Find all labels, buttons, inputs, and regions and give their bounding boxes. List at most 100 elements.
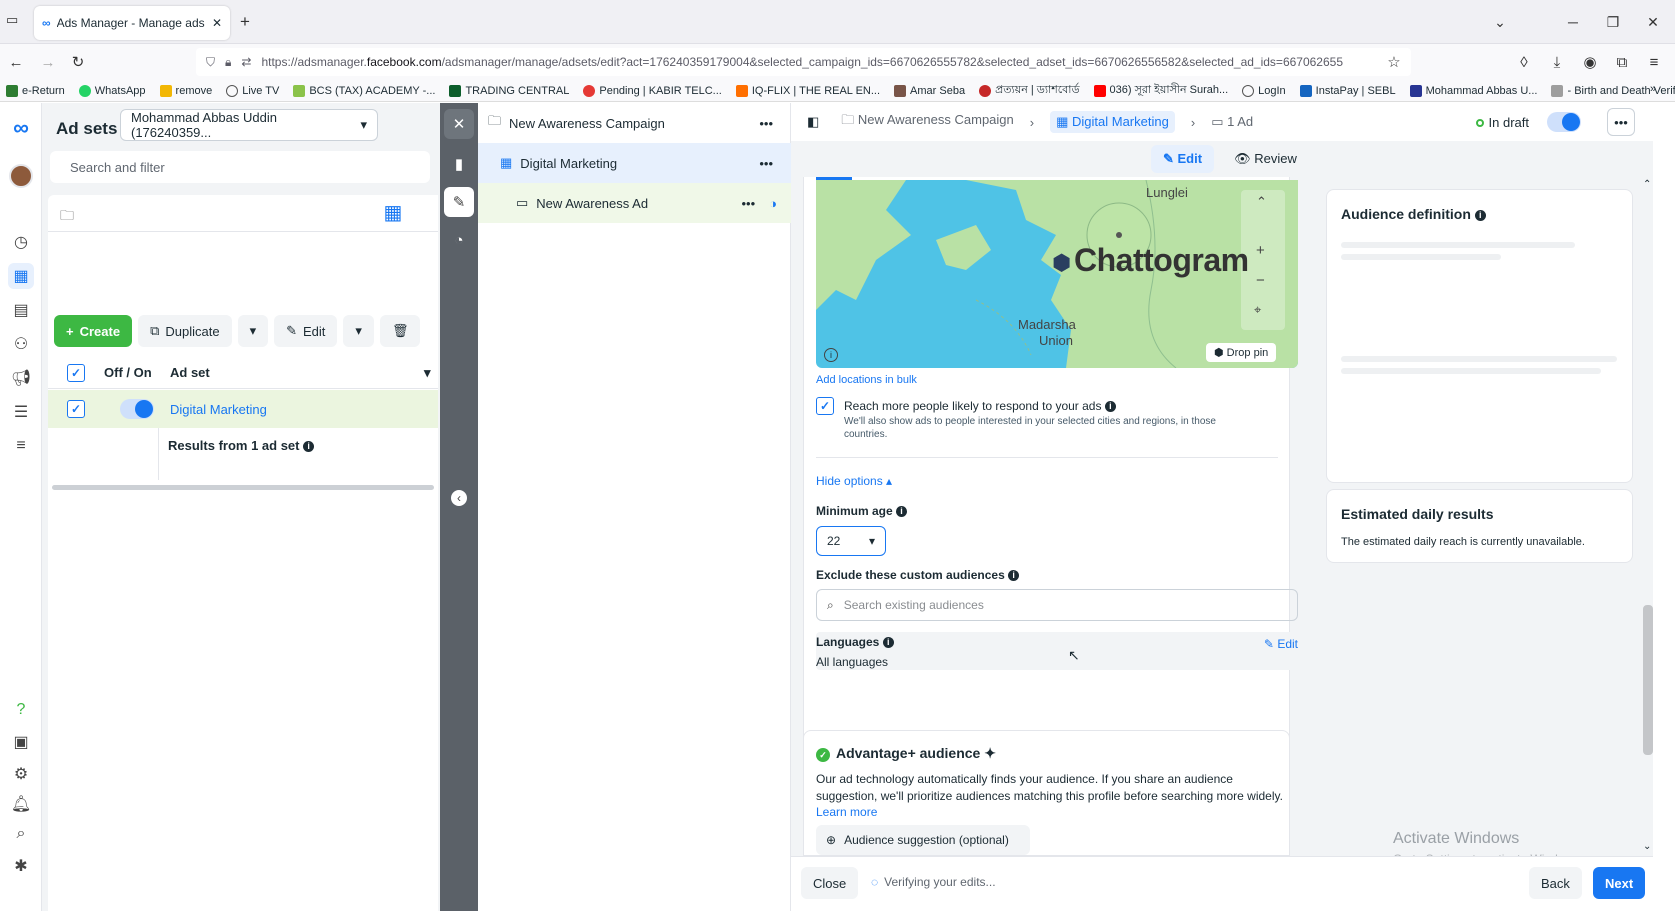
bookmark-item[interactable]: প্রত্যয়ন | ড্যাশবোর্ড <box>979 81 1080 100</box>
close-panel-icon[interactable]: ✕ <box>444 109 474 139</box>
delete-button[interactable]: 🗑︎ <box>379 315 421 347</box>
chart-icon[interactable]: ▮ <box>444 149 474 179</box>
menu-icon[interactable]: ≡ <box>1642 50 1666 74</box>
bug-report-icon[interactable]: ✱ <box>8 853 34 879</box>
help-icon[interactable]: ? <box>8 697 34 723</box>
info-icon[interactable]: i <box>896 506 908 518</box>
edit-button[interactable]: ✎ Edit <box>274 315 338 347</box>
horizontal-scrollbar[interactable] <box>52 485 434 490</box>
tab-list-icon[interactable]: ▭ <box>6 12 26 32</box>
drop-pin-button[interactable]: ⬢ Drop pin <box>1206 343 1277 362</box>
info-icon[interactable]: i <box>303 441 315 453</box>
extensions-icon[interactable]: ⧉ <box>1610 50 1634 74</box>
table-row[interactable]: ✓ Digital Marketing <box>48 390 438 428</box>
sidebar-toggle-icon[interactable]: ◧ <box>807 114 819 130</box>
download-icon[interactable]: ⤓ <box>1545 50 1569 74</box>
breadcrumb-ad[interactable]: ▭ 1 Ad <box>1211 114 1253 130</box>
grid-view-icon[interactable]: ▦ <box>348 195 438 231</box>
bookmark-item[interactable]: remove <box>159 84 212 97</box>
min-age-select[interactable]: 22 ▾ <box>816 526 886 556</box>
bookmark-item[interactable]: IQ-FLIX | THE REAL EN... <box>735 84 880 97</box>
map-info-icon[interactable]: i <box>824 348 838 362</box>
tree-adset[interactable]: ▦ Digital Marketing ••• <box>478 143 791 183</box>
col-off-on[interactable]: Off / On <box>104 365 170 380</box>
new-tab-icon[interactable]: + <box>240 12 250 32</box>
hide-options-link[interactable]: Hide options ▴ <box>816 474 892 488</box>
history-icon[interactable]: ◔ <box>444 225 474 255</box>
info-icon[interactable]: i <box>1474 209 1486 221</box>
url-bar[interactable]: ⛉ 🔒︎ ⇄ https://adsmanager.facebook.com/a… <box>196 48 1411 76</box>
sort-caret-icon[interactable]: ▾ <box>424 365 438 381</box>
adset-toggle[interactable] <box>120 399 154 419</box>
languages-edit-link[interactable]: ✎ Edit <box>1264 637 1298 651</box>
info-icon[interactable]: i <box>1104 401 1116 413</box>
duplicate-dropdown[interactable]: ▾ <box>237 315 269 347</box>
bookmark-item[interactable]: LogIn <box>1242 84 1286 97</box>
add-locations-bulk-link[interactable]: Add locations in bulk <box>816 374 917 386</box>
dashboard-icon[interactable]: ◷ <box>8 229 34 255</box>
col-adset[interactable]: Ad set <box>170 365 424 380</box>
edit-dropdown[interactable]: ▾ <box>343 315 374 347</box>
tree-ad[interactable]: ▭ New Awareness Ad ••• ◑ <box>478 183 791 223</box>
reload-icon[interactable]: ↻ <box>66 50 90 74</box>
adset-name-link[interactable]: Digital Marketing <box>170 402 438 417</box>
forward-icon[interactable]: → <box>36 50 60 74</box>
minimize-icon[interactable]: ─ <box>1558 10 1588 34</box>
draft-toggle[interactable] <box>1547 112 1581 132</box>
learn-more-link[interactable]: Learn more <box>816 805 877 819</box>
tab-overflow-icon[interactable]: ⌄ <box>1485 10 1515 34</box>
campaign-icon[interactable]: 📢︎ <box>8 365 34 391</box>
settings-icon[interactable]: ⚙ <box>8 761 34 787</box>
map-collapse-icon[interactable]: ⌃ <box>1256 194 1267 210</box>
create-button[interactable]: + Create <box>54 315 133 347</box>
edit-pencil-icon[interactable]: ✎ <box>444 187 474 217</box>
more-options-icon[interactable]: ••• <box>1607 108 1635 136</box>
back-button[interactable]: Back <box>1529 867 1582 899</box>
more-options-icon[interactable]: ••• <box>759 116 773 131</box>
zoom-out-icon[interactable]: − <box>1256 272 1265 289</box>
tree-campaign[interactable]: 🗀︎ New Awareness Campaign ••• <box>478 103 791 143</box>
browser-tab[interactable]: ∞ Ads Manager - Manage ads - A ✕ <box>34 6 230 40</box>
search-icon[interactable]: ⌕ <box>8 821 34 847</box>
collapse-arrow-icon[interactable]: ‹ <box>444 483 474 513</box>
notifications-icon[interactable]: 🔔︎ <box>8 791 34 817</box>
search-filter-input[interactable]: Search and filter <box>50 151 430 183</box>
info-icon[interactable]: i <box>882 637 894 649</box>
tab-edit[interactable]: ✎ Edit <box>1151 145 1215 173</box>
news-icon[interactable]: ▣ <box>8 729 34 755</box>
bookmark-item[interactable]: TRADING CENTRAL <box>449 84 569 97</box>
bookmark-item[interactable]: Amar Seba <box>894 84 965 97</box>
bookmark-item[interactable]: InstaPay | SEBL <box>1299 84 1396 97</box>
bookmark-item[interactable]: Pending | KABIR TELC... <box>583 84 722 97</box>
restore-icon[interactable]: ❐ <box>1598 10 1628 34</box>
audiences-icon[interactable]: ⚇ <box>8 331 34 357</box>
select-all-checkbox[interactable]: ✓ <box>67 363 85 382</box>
audience-suggestion-button[interactable]: ⊕ Audience suggestion (optional) <box>816 825 1030 855</box>
ads-manager-icon[interactable]: ▦ <box>8 263 34 289</box>
bookmark-item[interactable]: e-Return <box>6 84 65 97</box>
more-options-icon[interactable]: ••• <box>741 196 755 211</box>
bookmark-item[interactable]: 036) সূরা ইয়াসীন Surah... <box>1093 81 1228 100</box>
bookmark-star-icon[interactable]: ☆ <box>1382 50 1406 74</box>
meta-logo-icon[interactable]: ∞ <box>8 115 34 141</box>
breadcrumb-adset[interactable]: ▦ Digital Marketing <box>1050 111 1175 133</box>
vertical-scrollbar[interactable]: ⌃ ⌄ <box>1643 179 1653 856</box>
bookmark-item[interactable]: Live TV <box>226 84 279 97</box>
account-selector[interactable]: Mohammad Abbas Uddin (176240359... ▾ <box>120 109 378 141</box>
info-icon[interactable]: i <box>1008 570 1020 582</box>
bookmark-item[interactable]: WhatsApp <box>78 84 146 97</box>
billing-icon[interactable]: ☰ <box>8 399 34 425</box>
account-icon[interactable]: ◉ <box>1578 50 1602 74</box>
avatar[interactable] <box>8 163 34 189</box>
all-tools-icon[interactable]: ≡ <box>8 433 34 459</box>
more-options-icon[interactable]: ••• <box>759 156 773 171</box>
back-icon[interactable]: ← <box>4 50 28 74</box>
scroll-down-icon[interactable]: ⌄ <box>1643 841 1651 852</box>
row-checkbox[interactable]: ✓ <box>67 400 85 418</box>
scroll-up-icon[interactable]: ⌃ <box>1643 179 1651 190</box>
location-map[interactable]: Lunglei Chattogram ⬢ Madarsha Union ⌃ + … <box>816 180 1298 368</box>
pocket-icon[interactable]: ◊ <box>1512 50 1536 74</box>
scroll-thumb[interactable] <box>1643 605 1653 755</box>
breadcrumb-campaign[interactable]: 🗀︎ New Awareness Campaign <box>841 111 1013 133</box>
close-button[interactable]: Close <box>801 867 859 899</box>
